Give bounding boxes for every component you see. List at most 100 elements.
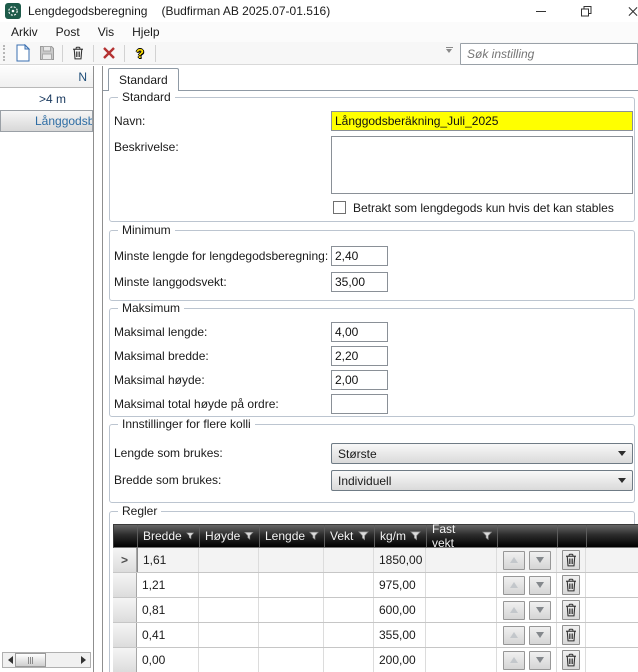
table-row: > 1,61 1850,00 <box>113 548 638 573</box>
row-delete <box>557 648 586 672</box>
delete-row-button[interactable] <box>562 625 580 645</box>
menu-post[interactable]: Post <box>47 23 89 41</box>
menu-hjelp[interactable]: Hjelp <box>123 23 168 41</box>
row-selector[interactable] <box>113 623 137 647</box>
grid-header-fast-vekt[interactable]: Fast vekt <box>427 525 498 547</box>
new-document-button[interactable] <box>11 43 35 64</box>
grid-header-kgm[interactable]: kg/m <box>375 525 427 547</box>
cell-lengde[interactable] <box>259 648 324 672</box>
cell-hoyde[interactable] <box>199 598 259 622</box>
cell-lengde[interactable] <box>259 623 324 647</box>
overflow-icon <box>446 47 453 48</box>
filter-icon[interactable] <box>410 531 421 541</box>
bredde-som-brukes-label: Bredde som brukes: <box>114 473 221 487</box>
cell-kgm[interactable]: 355,00 <box>374 623 426 647</box>
move-up-button[interactable] <box>503 626 525 645</box>
cell-bredde[interactable]: 1,21 <box>137 573 199 597</box>
toolbar-overflow-button[interactable] <box>444 47 454 53</box>
cell-fast-vekt[interactable] <box>426 648 497 672</box>
maks-total-hoyde-input[interactable] <box>331 394 388 414</box>
cell-vekt[interactable] <box>324 598 374 622</box>
minimize-button[interactable] <box>526 0 556 22</box>
cell-lengde[interactable] <box>259 573 324 597</box>
min-vekt-input[interactable] <box>331 272 388 292</box>
cell-bredde[interactable]: 0,41 <box>137 623 199 647</box>
cell-kgm[interactable]: 975,00 <box>374 573 426 597</box>
maks-bredde-input[interactable] <box>331 346 388 366</box>
cell-vekt[interactable] <box>324 573 374 597</box>
filter-icon[interactable] <box>358 531 369 541</box>
row-selector[interactable]: > <box>113 548 137 572</box>
grid-header-bredde[interactable]: Bredde <box>138 525 200 547</box>
cell-vekt[interactable] <box>324 623 374 647</box>
move-down-button[interactable] <box>529 626 551 645</box>
horizontal-scrollbar[interactable] <box>2 652 91 668</box>
move-up-button[interactable] <box>503 551 525 570</box>
grid-header-hoyde[interactable]: Høyde <box>200 525 260 547</box>
arrow-down-icon <box>536 557 544 563</box>
move-down-button[interactable] <box>529 651 551 670</box>
restore-button[interactable] <box>571 0 601 22</box>
filter-icon[interactable] <box>186 531 194 541</box>
row-selector[interactable] <box>113 573 137 597</box>
toolbar-grip[interactable] <box>3 45 7 61</box>
navn-input[interactable] <box>331 111 633 131</box>
cell-vekt[interactable] <box>324 648 374 672</box>
cell-fast-vekt[interactable] <box>426 573 497 597</box>
cell-hoyde[interactable] <box>199 648 259 672</box>
delete-setting-button[interactable] <box>66 43 90 64</box>
cell-kgm[interactable]: 200,00 <box>374 648 426 672</box>
filter-icon[interactable] <box>309 531 319 541</box>
cell-lengde[interactable] <box>259 548 324 572</box>
bredde-som-brukes-dropdown[interactable]: Individuell <box>331 470 633 491</box>
move-down-button[interactable] <box>529 601 551 620</box>
search-input[interactable] <box>460 43 638 65</box>
remove-button[interactable] <box>97 43 121 64</box>
delete-row-button[interactable] <box>562 650 580 670</box>
beskrivelse-textarea[interactable] <box>331 136 633 194</box>
settings-list-column-header[interactable]: N <box>0 66 93 88</box>
cell-vekt[interactable] <box>324 548 374 572</box>
delete-row-button[interactable] <box>562 575 580 595</box>
filter-icon[interactable] <box>482 531 492 541</box>
cell-fast-vekt[interactable] <box>426 548 497 572</box>
maks-lengde-input[interactable] <box>331 322 388 342</box>
cell-bredde[interactable]: 1,61 <box>137 548 199 572</box>
move-up-button[interactable] <box>503 651 525 670</box>
move-up-button[interactable] <box>503 576 525 595</box>
scrollbar-thumb[interactable] <box>15 653 46 667</box>
cell-fast-vekt[interactable] <box>426 623 497 647</box>
cell-kgm[interactable]: 600,00 <box>374 598 426 622</box>
lengde-som-brukes-dropdown[interactable]: Største <box>331 443 633 464</box>
sidebar-item-selected[interactable]: Långgodsbe <box>0 110 93 132</box>
menu-arkiv[interactable]: Arkiv <box>2 23 47 41</box>
grid-header-vekt[interactable]: Vekt <box>325 525 375 547</box>
sidebar-item[interactable]: >4 m <box>0 88 93 110</box>
cell-lengde[interactable] <box>259 598 324 622</box>
move-up-button[interactable] <box>503 601 525 620</box>
stackable-checkbox[interactable] <box>333 201 346 214</box>
row-selector[interactable] <box>113 648 137 672</box>
tab-standard[interactable]: Standard <box>108 68 179 91</box>
cell-hoyde[interactable] <box>199 573 259 597</box>
maks-hoyde-input[interactable] <box>331 370 388 390</box>
min-lengde-input[interactable] <box>331 246 388 266</box>
cell-hoyde[interactable] <box>199 548 259 572</box>
cell-kgm[interactable]: 1850,00 <box>374 548 426 572</box>
cell-fast-vekt[interactable] <box>426 598 497 622</box>
menu-vis[interactable]: Vis <box>89 23 123 41</box>
move-down-button[interactable] <box>529 551 551 570</box>
row-selector[interactable] <box>113 598 137 622</box>
cell-bredde[interactable]: 0,81 <box>137 598 199 622</box>
cell-hoyde[interactable] <box>199 623 259 647</box>
grid-header-lengde[interactable]: Lengde <box>260 525 325 547</box>
delete-row-button[interactable] <box>562 600 580 620</box>
delete-row-button[interactable] <box>562 550 580 570</box>
close-button[interactable] <box>620 0 638 22</box>
cell-bredde[interactable]: 0,00 <box>137 648 199 672</box>
help-button[interactable]: ? <box>128 43 152 64</box>
scroll-right-button[interactable] <box>76 653 90 667</box>
filter-icon[interactable] <box>244 531 254 541</box>
move-down-button[interactable] <box>529 576 551 595</box>
save-button[interactable] <box>35 43 59 64</box>
